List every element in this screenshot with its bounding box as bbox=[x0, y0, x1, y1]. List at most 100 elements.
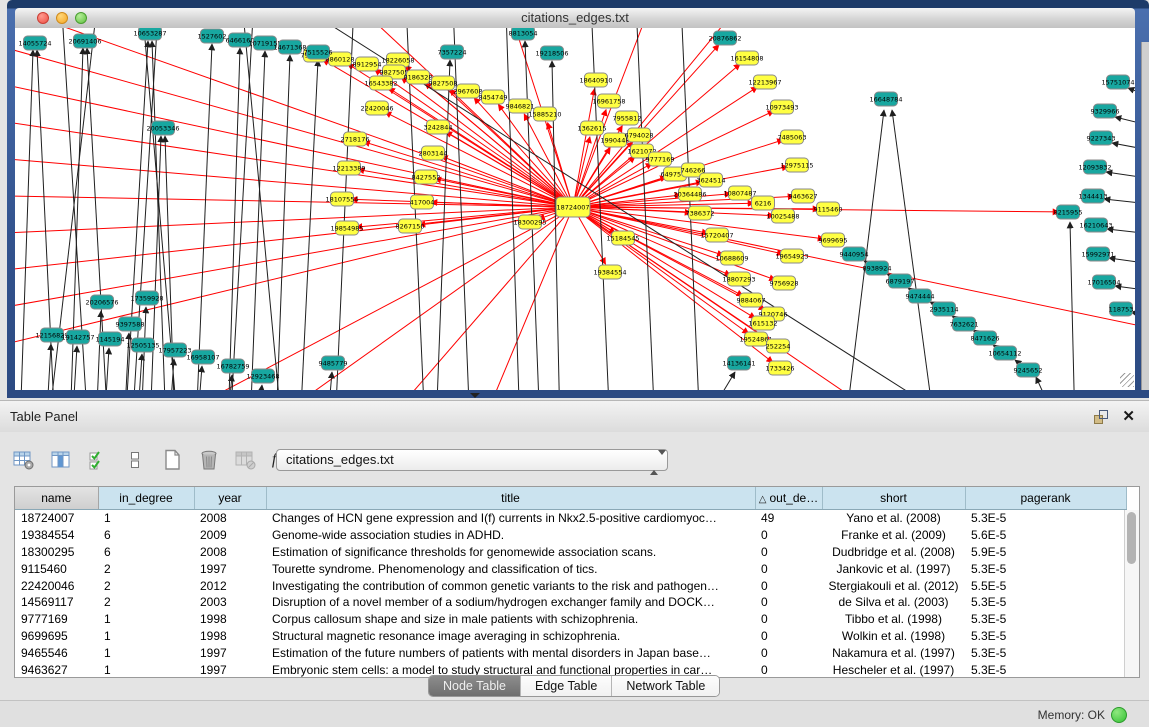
graph-node[interactable] bbox=[736, 51, 759, 65]
graph-node[interactable] bbox=[628, 128, 651, 142]
graph-node[interactable] bbox=[432, 76, 455, 90]
graph-node[interactable] bbox=[1110, 302, 1133, 316]
network-window-titlebar[interactable]: citations_edges.txt bbox=[15, 8, 1135, 29]
graph-node[interactable] bbox=[222, 359, 245, 373]
graph-node[interactable] bbox=[556, 197, 590, 217]
graph-node[interactable] bbox=[201, 29, 224, 43]
graph-node[interactable] bbox=[534, 107, 557, 121]
column-header-in-degree[interactable]: in_degree bbox=[98, 487, 194, 510]
graph-node[interactable] bbox=[329, 52, 352, 66]
graph-node[interactable] bbox=[99, 332, 122, 346]
tab-node-table[interactable]: Node Table bbox=[429, 676, 520, 696]
column-header-year[interactable]: year bbox=[194, 487, 266, 510]
graph-node[interactable] bbox=[1093, 275, 1116, 289]
graph-node[interactable] bbox=[1087, 247, 1110, 261]
graph-node[interactable] bbox=[1084, 160, 1107, 174]
graph-node[interactable] bbox=[1082, 189, 1105, 203]
graph-node[interactable] bbox=[1057, 205, 1080, 219]
graph-node[interactable] bbox=[482, 90, 505, 104]
graph-node[interactable] bbox=[745, 332, 768, 346]
graph-node[interactable] bbox=[706, 228, 729, 242]
graph-node[interactable] bbox=[307, 45, 330, 59]
graph-node[interactable] bbox=[139, 28, 162, 40]
graph-node[interactable] bbox=[909, 289, 932, 303]
graph-node[interactable] bbox=[728, 356, 751, 370]
graph-node[interactable] bbox=[974, 331, 997, 345]
graph-node[interactable] bbox=[1094, 104, 1117, 118]
network-canvas[interactable]: 1872400779638228860128891295418226058982… bbox=[15, 28, 1135, 390]
select-rows-icon[interactable] bbox=[86, 448, 110, 472]
graph-node[interactable] bbox=[119, 317, 142, 331]
graph-node[interactable] bbox=[152, 121, 175, 135]
graph-node[interactable] bbox=[164, 343, 187, 357]
graph-node[interactable] bbox=[866, 261, 889, 275]
table-row[interactable]: 1872400712008Changes of HCN gene express… bbox=[15, 510, 1126, 527]
graph-node[interactable] bbox=[136, 291, 159, 305]
graph-node[interactable] bbox=[781, 130, 804, 144]
graph-node[interactable] bbox=[689, 206, 712, 220]
graph-node[interactable] bbox=[786, 158, 809, 172]
graph-node[interactable] bbox=[728, 272, 751, 286]
table-row[interactable]: 2242004622012Investigating the contribut… bbox=[15, 577, 1126, 594]
graph-node[interactable] bbox=[771, 100, 794, 114]
graph-node[interactable] bbox=[366, 101, 389, 115]
graph-node[interactable] bbox=[700, 173, 723, 187]
graph-node[interactable] bbox=[192, 350, 215, 364]
column-header-title[interactable]: title bbox=[266, 487, 755, 510]
graph-node[interactable] bbox=[767, 339, 790, 353]
table-settings-icon[interactable] bbox=[12, 448, 36, 472]
graph-node[interactable] bbox=[279, 40, 302, 54]
window-resize-grip[interactable] bbox=[1120, 373, 1134, 387]
graph-node[interactable] bbox=[336, 221, 359, 235]
graph-node[interactable] bbox=[612, 231, 635, 245]
graph-node[interactable] bbox=[441, 45, 464, 59]
graph-node[interactable] bbox=[519, 215, 542, 229]
graph-node[interactable] bbox=[411, 195, 434, 209]
graph-node[interactable] bbox=[74, 34, 97, 48]
graph-node[interactable] bbox=[649, 152, 672, 166]
graph-node[interactable] bbox=[994, 346, 1017, 360]
graph-node[interactable] bbox=[512, 28, 535, 40]
graph-node[interactable] bbox=[91, 295, 114, 309]
graph-node[interactable] bbox=[581, 121, 604, 135]
table-scrollbar[interactable] bbox=[1124, 510, 1139, 677]
tab-network-table[interactable]: Network Table bbox=[611, 676, 719, 696]
hide-rows-icon[interactable] bbox=[123, 448, 147, 472]
column-header-name[interactable]: name bbox=[15, 487, 98, 510]
graph-node[interactable] bbox=[356, 57, 379, 71]
graph-node[interactable] bbox=[752, 316, 775, 330]
graph-node[interactable] bbox=[41, 328, 64, 342]
graph-node[interactable] bbox=[24, 36, 47, 50]
graph-node[interactable] bbox=[331, 192, 354, 206]
graph-node[interactable] bbox=[407, 70, 430, 84]
graph-node[interactable] bbox=[679, 187, 702, 201]
graph-node[interactable] bbox=[822, 233, 845, 247]
graph-node[interactable] bbox=[1107, 75, 1130, 89]
graph-node[interactable] bbox=[422, 146, 445, 160]
graph-node[interactable] bbox=[598, 94, 621, 108]
scrollbar-thumb[interactable] bbox=[1127, 512, 1136, 564]
graph-node[interactable] bbox=[729, 186, 752, 200]
graph-node[interactable] bbox=[889, 274, 912, 288]
graph-node[interactable] bbox=[322, 356, 345, 370]
graph-node[interactable] bbox=[817, 202, 840, 216]
graph-node[interactable] bbox=[773, 276, 796, 290]
graph-node[interactable] bbox=[933, 302, 956, 316]
graph-node[interactable] bbox=[541, 46, 564, 60]
delete-table-icon[interactable] bbox=[197, 448, 221, 472]
graph-node[interactable] bbox=[769, 361, 792, 375]
table-row[interactable]: 911546021997Tourette syndrome. Phenomeno… bbox=[15, 560, 1126, 577]
graph-node[interactable] bbox=[781, 249, 804, 263]
graph-node[interactable] bbox=[229, 33, 252, 47]
graph-node[interactable] bbox=[254, 36, 277, 50]
graph-node[interactable] bbox=[599, 265, 622, 279]
graph-node[interactable] bbox=[740, 293, 763, 307]
graph-node[interactable] bbox=[721, 251, 744, 265]
graph-node[interactable] bbox=[67, 330, 90, 344]
memory-ok-indicator[interactable] bbox=[1111, 707, 1127, 723]
graph-node[interactable] bbox=[1085, 218, 1108, 232]
table-row[interactable]: 1830029562008Estimation of significance … bbox=[15, 544, 1126, 561]
graph-node[interactable] bbox=[714, 31, 737, 45]
graph-node[interactable] bbox=[953, 317, 976, 331]
graph-node[interactable] bbox=[843, 247, 866, 261]
